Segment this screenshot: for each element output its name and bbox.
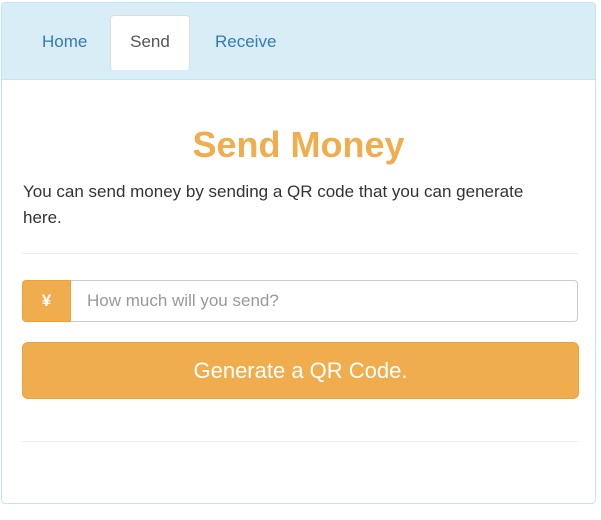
- send-panel: Home Send Receive Send Money You can sen…: [1, 2, 596, 504]
- yen-icon: ¥: [22, 280, 71, 322]
- amount-input-group: ¥: [22, 280, 578, 322]
- amount-input[interactable]: [71, 280, 578, 322]
- divider-top: [22, 253, 578, 254]
- divider-bottom: [22, 441, 578, 442]
- tab-send[interactable]: Send: [110, 15, 190, 70]
- nav-bar: Home Send Receive: [2, 3, 595, 80]
- page-description: You can send money by sending a QR code …: [23, 182, 524, 227]
- tab-receive[interactable]: Receive: [195, 15, 296, 69]
- tab-home[interactable]: Home: [22, 15, 107, 69]
- page-title: Send Money: [192, 124, 405, 165]
- generate-qr-button[interactable]: Generate a QR Code.: [22, 342, 579, 399]
